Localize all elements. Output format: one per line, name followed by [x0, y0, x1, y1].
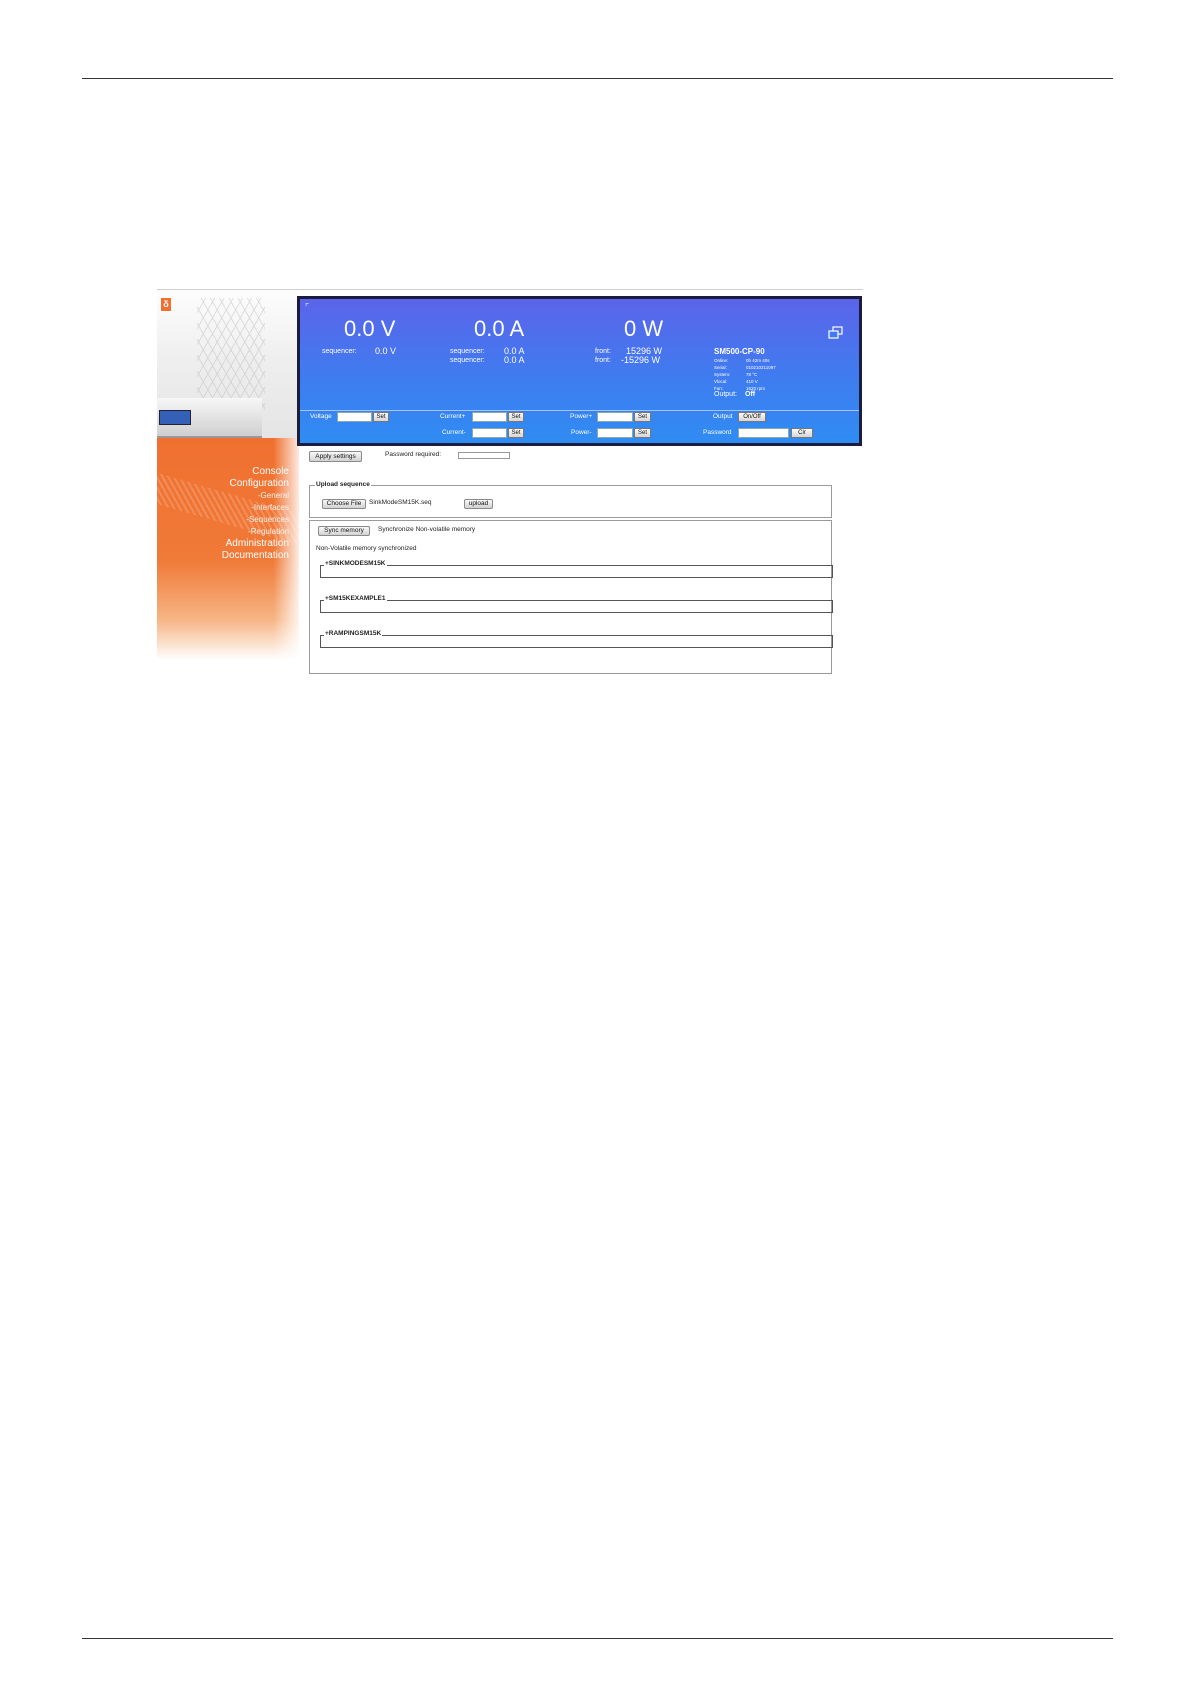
upload-sequence-legend: Upload sequence [315, 481, 371, 488]
power-front-value-2: -15296 W [621, 355, 661, 365]
sidebar: δ Console Configuration -General -Interf… [157, 290, 299, 660]
sync-memory-description: Synchronize Non-volatile memory [378, 526, 476, 533]
sidebar-nav: Console Configuration -General -Interfac… [222, 466, 289, 562]
power-front-label-1: front: [595, 348, 611, 355]
password-input[interactable] [738, 428, 789, 438]
nav-general[interactable]: -General [222, 490, 289, 502]
voltage-set-button[interactable]: Set [373, 412, 389, 422]
password-required-label: Password required: [385, 451, 441, 458]
nav-console[interactable]: Console [222, 466, 289, 478]
power-minus-label: Power- [571, 429, 592, 436]
stat-row: Online: 0h 42m 40s [714, 358, 770, 363]
voltage-input[interactable] [337, 412, 372, 422]
nav-administration[interactable]: Administration [222, 538, 289, 550]
current-minus-input[interactable] [472, 428, 507, 438]
output-status-value: Off [745, 391, 756, 398]
sequence-item[interactable] [320, 565, 833, 578]
current-minus-set-button[interactable]: Set [508, 428, 524, 438]
output-onoff-button[interactable]: On/Off [738, 412, 766, 422]
sequence-item-label[interactable]: +SINKMODESM15K [324, 560, 387, 567]
power-minus-input[interactable] [597, 428, 633, 438]
output-label: Output [713, 413, 733, 420]
sequence-item-label[interactable]: +SM15KEXAMPLE1 [324, 595, 387, 602]
nav-sequences[interactable]: -Sequences [222, 514, 289, 526]
power-plus-label: Power+ [570, 413, 593, 420]
output-status-label: Output: [714, 391, 737, 398]
current-plus-input[interactable] [472, 412, 507, 422]
device-stats: Online: 0h 42m 40s Serial: 010210211097 Sy… [714, 357, 776, 392]
selected-file-name: SinkModeSM15K.seq [369, 499, 432, 506]
header-rule [82, 78, 1113, 79]
current-seq-label-2: sequencer: [450, 357, 485, 364]
current-plus-set-button[interactable]: Set [508, 412, 524, 422]
voltage-readout: 0.0 V [344, 316, 396, 341]
upload-button[interactable]: upload [464, 499, 493, 509]
choose-file-button[interactable]: Choose File [322, 499, 366, 509]
sequence-item[interactable] [320, 600, 833, 613]
nav-regulation[interactable]: -Regulation [222, 526, 289, 538]
power-minus-set-button[interactable]: Set [634, 428, 651, 438]
stat-row: Vlocal: 410 V [714, 379, 758, 384]
device-model: SM500-CP-90 [714, 347, 765, 356]
power-readout: 0 W [624, 316, 664, 341]
power-plus-input[interactable] [597, 412, 633, 422]
sync-status: Non-Volatile memory synchronized [316, 545, 417, 552]
current-seq-value-2: 0.0 A [504, 355, 525, 365]
footer-rule [82, 1638, 1113, 1639]
power-plus-set-button[interactable]: Set [634, 412, 651, 422]
current-readout: 0.0 A [474, 316, 525, 341]
nav-configuration[interactable]: Configuration [222, 478, 289, 490]
sync-memory-button[interactable]: Sync memory [318, 526, 370, 536]
voltage-label: Voltage [310, 413, 332, 420]
password-label: Password [703, 429, 732, 436]
sequences-box [309, 520, 832, 674]
current-plus-label: Current+ [440, 413, 466, 420]
sequence-item-label[interactable]: +RAMPINGSM15K [324, 630, 383, 637]
current-minus-label: Current- [442, 429, 466, 436]
device-image [157, 398, 262, 438]
clear-button[interactable]: Clr [791, 428, 813, 438]
voltage-seq-label: sequencer: [322, 348, 357, 355]
voltage-seq-value: 0.0 V [375, 346, 397, 356]
password-required-field[interactable] [458, 452, 510, 459]
current-seq-label-1: sequencer: [450, 348, 485, 355]
apply-settings-button[interactable]: Apply settings [309, 451, 362, 462]
panel-divider [300, 410, 859, 411]
sequence-item[interactable] [320, 635, 833, 648]
resize-corner-icon: ⌜ [305, 302, 310, 312]
power-front-label-2: front: [595, 357, 611, 364]
restore-window-icon[interactable] [828, 326, 843, 340]
stat-row: System: 78 °C [714, 372, 758, 377]
logo-icon: δ [161, 298, 171, 311]
screenshot-figure: δ Console Configuration -General -Interf… [157, 289, 863, 681]
stat-row: Serial: 010210211097 [714, 365, 776, 370]
control-panel: ⌜ 0.0 V sequencer: 0.0 V 0.0 A sequencer… [297, 296, 862, 446]
nav-interfaces[interactable]: -Interfaces [222, 502, 289, 514]
nav-documentation[interactable]: Documentation [222, 550, 289, 562]
